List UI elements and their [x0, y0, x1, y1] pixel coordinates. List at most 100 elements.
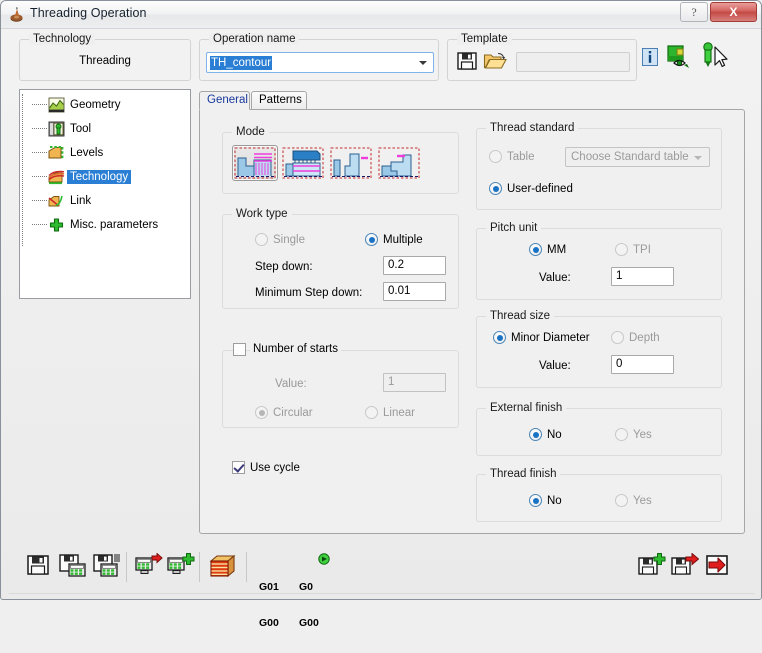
- operation-name-combobox[interactable]: TH_contour: [206, 52, 434, 73]
- radio-work-type-single[interactable]: [255, 233, 268, 246]
- radio-external-finish-no-label: No: [547, 429, 562, 441]
- window-title: Threading Operation: [30, 6, 147, 20]
- tree-item-technology[interactable]: Technology: [30, 168, 186, 186]
- g00-line: G00: [259, 617, 279, 629]
- radio-pitch-unit-tpi[interactable]: [615, 243, 628, 256]
- thread-standard-group: Thread standard Table Choose Standard ta…: [476, 122, 722, 210]
- save-exit-icon[interactable]: [671, 553, 699, 577]
- tab-general[interactable]: General: [199, 91, 250, 110]
- save-icon[interactable]: [26, 553, 50, 577]
- navigation-tree[interactable]: Geometry Tool Levels Technology Link Mis…: [19, 89, 191, 299]
- tree-item-link[interactable]: Link: [30, 192, 186, 210]
- toolbar-separator: [199, 552, 201, 582]
- template-name-field[interactable]: [516, 52, 630, 72]
- bottom-toolbar: G01 G00 G0 G00: [11, 546, 753, 629]
- radio-external-finish-yes-label: Yes: [633, 429, 652, 441]
- radio-thread-standard-table[interactable]: [489, 150, 502, 163]
- thread-standard-group-label: Thread standard: [486, 122, 579, 134]
- info-icon[interactable]: [642, 48, 658, 66]
- mode-threading-multi-pass-icon: [234, 147, 276, 179]
- radio-thread-standard-user-defined[interactable]: [489, 182, 502, 195]
- number-of-starts-checkbox[interactable]: [233, 343, 246, 356]
- tree-item-tool[interactable]: Tool: [30, 120, 186, 138]
- calculate-add-icon[interactable]: [167, 553, 195, 577]
- tree-item-levels[interactable]: Levels: [30, 144, 186, 162]
- pitch-value-input[interactable]: 1: [611, 267, 674, 286]
- standard-table-placeholder: Choose Standard table: [571, 151, 689, 163]
- technology-icon: [48, 170, 65, 185]
- tree-connector-dot: [32, 200, 47, 202]
- save-calc-icon[interactable]: [59, 553, 87, 577]
- tree-connector-dot: [32, 152, 47, 154]
- external-finish-group-label: External finish: [486, 402, 567, 414]
- tree-connector: [22, 94, 24, 246]
- radio-thread-finish-no-label: No: [547, 495, 562, 507]
- stock-icon[interactable]: [209, 553, 237, 579]
- radio-pitch-unit-mm[interactable]: [529, 243, 542, 256]
- technology-value: Threading: [79, 55, 131, 67]
- threading-operation-window: Threading Operation ? X Technology Threa…: [0, 0, 762, 629]
- radio-external-finish-yes[interactable]: [615, 428, 628, 441]
- thread-size-value-input[interactable]: 0: [611, 355, 674, 374]
- step-down-label: Step down:: [255, 261, 313, 273]
- step-down-input[interactable]: 0.2: [383, 256, 446, 275]
- radio-work-type-multiple[interactable]: [365, 233, 378, 246]
- mode-option-threading-internal-left[interactable]: [376, 145, 422, 181]
- mode-option-threading-multi-pass[interactable]: [232, 145, 278, 181]
- mode-option-threading-internal-right[interactable]: [328, 145, 374, 181]
- tab-patterns[interactable]: Patterns: [251, 91, 307, 110]
- radio-starts-circular-label: Circular: [273, 407, 313, 419]
- g00-line: G00: [299, 617, 319, 629]
- open-template-icon[interactable]: [483, 50, 507, 72]
- chevron-down-icon[interactable]: [694, 156, 702, 160]
- tool-icon: [48, 121, 65, 137]
- template-group: Template: [447, 33, 637, 81]
- calculate-icon[interactable]: [135, 553, 163, 577]
- help-button[interactable]: ?: [680, 2, 708, 22]
- standard-table-combobox[interactable]: Choose Standard table: [565, 147, 710, 167]
- radio-thread-standard-table-label: Table: [507, 151, 535, 163]
- levels-icon: [48, 146, 64, 159]
- save-calc-simulate-icon[interactable]: [93, 553, 123, 577]
- tree-item-geometry[interactable]: Geometry: [30, 96, 186, 114]
- technology-group: Technology Threading: [19, 33, 191, 81]
- save-template-icon[interactable]: [456, 50, 478, 72]
- tab-strip: General Patterns: [199, 91, 745, 111]
- tree-item-label: Tool: [70, 123, 92, 135]
- tree-connector-dot: [32, 128, 47, 130]
- threading-tool-icon: [10, 7, 23, 22]
- tool-preview-icon[interactable]: [667, 45, 692, 69]
- save-add-icon[interactable]: [638, 553, 666, 577]
- radio-thread-size-minor-diameter[interactable]: [493, 331, 506, 344]
- exit-icon[interactable]: [705, 553, 731, 577]
- tree-item-label: Link: [70, 195, 92, 207]
- work-type-group-label: Work type: [232, 208, 292, 220]
- radio-thread-size-depth[interactable]: [611, 331, 624, 344]
- radio-thread-finish-no[interactable]: [529, 494, 542, 507]
- radio-thread-finish-yes-label: Yes: [633, 495, 652, 507]
- title-bar: Threading Operation ? X: [1, 1, 761, 29]
- starts-value-input[interactable]: 1: [383, 373, 446, 392]
- pitch-unit-group: Pitch unit MM TPI Value: 1: [476, 222, 722, 300]
- tree-connector-dot: [32, 104, 47, 106]
- close-button[interactable]: X: [710, 2, 757, 22]
- tree-connector-dot: [32, 176, 47, 178]
- radio-starts-circular[interactable]: [255, 406, 268, 419]
- radio-external-finish-no[interactable]: [529, 428, 542, 441]
- g0-g00-simulate-button[interactable]: G0 G00: [299, 557, 319, 653]
- radio-work-type-single-label: Single: [273, 234, 305, 246]
- radio-starts-linear[interactable]: [365, 406, 378, 419]
- radio-work-type-multiple-label: Multiple: [383, 234, 423, 246]
- g01-g00-button[interactable]: G01 G00: [259, 557, 279, 653]
- minimum-step-down-input[interactable]: 0.01: [383, 282, 446, 301]
- link-icon: [48, 195, 63, 207]
- status-divider: [9, 593, 755, 595]
- use-cycle-checkbox[interactable]: [232, 461, 245, 474]
- radio-thread-standard-user-defined-label: User-defined: [507, 183, 573, 195]
- tree-item-misc-parameters[interactable]: Misc. parameters: [30, 216, 186, 234]
- pick-tool-icon[interactable]: [699, 42, 728, 70]
- radio-thread-finish-yes[interactable]: [615, 494, 628, 507]
- mode-option-threading-face[interactable]: [280, 145, 326, 181]
- chevron-down-icon[interactable]: [419, 61, 427, 65]
- number-of-starts-group: Number of starts Value: 1 Circular Linea…: [222, 343, 459, 428]
